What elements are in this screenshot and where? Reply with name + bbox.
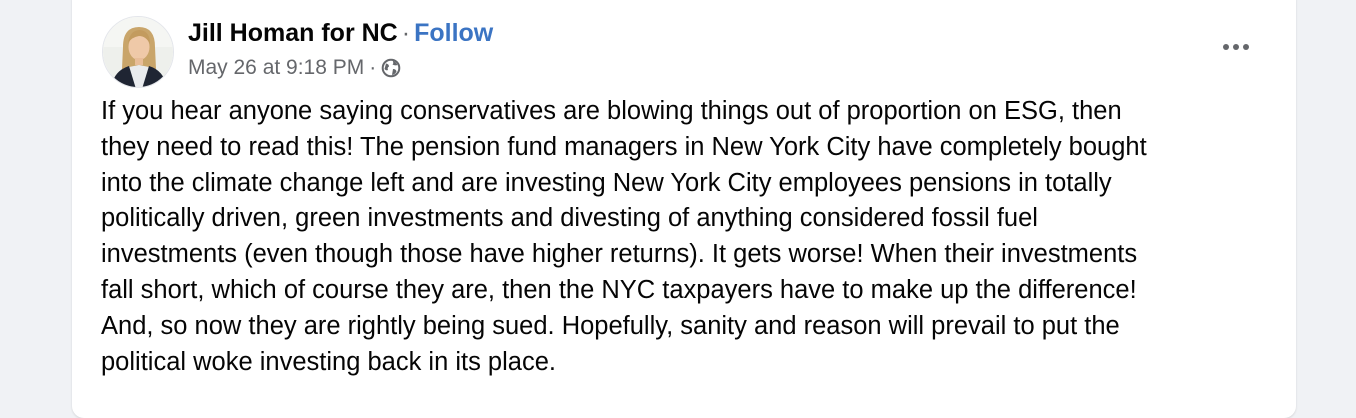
post-text-line: into the climate change left and are inv… [101, 168, 1112, 197]
author-name[interactable]: Jill Homan for NC [188, 19, 398, 47]
post-text-line: they need to read this! The pension fund… [101, 132, 1147, 161]
post-text-line: investments (even though those have high… [101, 240, 1138, 269]
follow-button[interactable]: Follow [414, 19, 493, 47]
post-text-line: And, so now they are rightly being sued.… [101, 311, 1120, 340]
more-dot [1223, 44, 1229, 50]
post-body: If you hear anyone saying conservatives … [101, 94, 1271, 380]
author-avatar[interactable] [102, 16, 174, 88]
header-separator: · [401, 19, 411, 47]
post-text-line: political woke investing back in its pla… [101, 347, 556, 376]
post-header: Jill Homan for NC · Follow [188, 16, 493, 50]
more-options-icon[interactable] [1216, 32, 1256, 62]
more-dot [1233, 44, 1239, 50]
avatar-photo [103, 17, 173, 87]
meta-separator: · [369, 56, 377, 79]
post-text-line: politically driven, green investments an… [101, 204, 1038, 233]
post-timestamp[interactable]: May 26 at 9:18 PM [188, 54, 364, 82]
globe-icon[interactable] [381, 58, 401, 78]
post-meta: May 26 at 9:18 PM · [188, 54, 401, 82]
more-dot [1243, 44, 1249, 50]
post-text-line: If you hear anyone saying conservatives … [101, 97, 1122, 125]
post-text-line: fall short, which of course they are, th… [101, 275, 1137, 304]
post-card: Jill Homan for NC · Follow May 26 at 9:18 … [72, 0, 1296, 418]
